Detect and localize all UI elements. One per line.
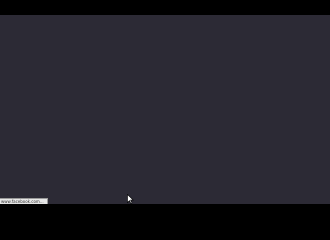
- letterbox-top: [0, 0, 330, 15]
- mouse-pointer-icon: [127, 189, 135, 204]
- letterbox-bottom: [0, 204, 330, 220]
- screen: www.facebook.com...: [0, 0, 330, 220]
- page-content: [0, 15, 330, 204]
